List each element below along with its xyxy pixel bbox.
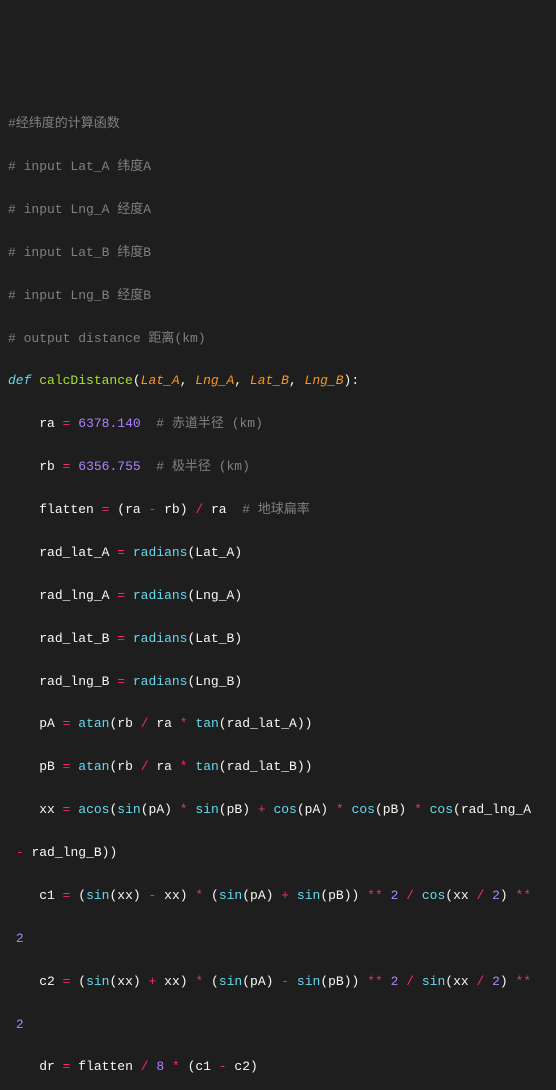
param: Lat_B <box>250 373 289 388</box>
code-line: # input Lat_B 纬度B <box>8 242 548 263</box>
code-line: #经纬度的计算函数 <box>8 113 548 134</box>
comment: # input Lng_B 经度B <box>8 288 151 303</box>
param: Lng_B <box>305 373 344 388</box>
code-line: c1 = (sin(xx) - xx) * (sin(pA) + sin(pB)… <box>8 885 548 906</box>
comment: # output distance 距离(km) <box>8 331 206 346</box>
code-line: rad_lng_A = radians(Lng_A) <box>8 585 548 606</box>
code-line: 2 <box>8 928 548 949</box>
code-line: dr = flatten / 8 * (c1 - c2) <box>8 1056 548 1077</box>
comment: # input Lat_A 纬度A <box>8 159 151 174</box>
code-line: ra = 6378.140 # 赤道半径 (km) <box>8 413 548 434</box>
keyword-def: def <box>8 373 31 388</box>
code-line: # input Lat_A 纬度A <box>8 156 548 177</box>
param: Lat_A <box>141 373 180 388</box>
comment: # input Lat_B 纬度B <box>8 245 151 260</box>
code-line: def calcDistance(Lat_A, Lng_A, Lat_B, Ln… <box>8 370 548 391</box>
comment: # input Lng_A 经度A <box>8 202 151 217</box>
code-line: rad_lat_B = radians(Lat_B) <box>8 628 548 649</box>
code-line: rad_lat_A = radians(Lat_A) <box>8 542 548 563</box>
code-line: xx = acos(sin(pA) * sin(pB) + cos(pA) * … <box>8 799 548 820</box>
code-line: # input Lng_A 经度A <box>8 199 548 220</box>
code-line: pB = atan(rb / ra * tan(rad_lat_B)) <box>8 756 548 777</box>
comment: #经纬度的计算函数 <box>8 116 120 131</box>
code-line: c2 = (sin(xx) + xx) * (sin(pA) - sin(pB)… <box>8 971 548 992</box>
code-line: flatten = (ra - rb) / ra # 地球扁率 <box>8 499 548 520</box>
code-line: pA = atan(rb / ra * tan(rad_lat_A)) <box>8 713 548 734</box>
code-line: # output distance 距离(km) <box>8 328 548 349</box>
code-line: rad_lng_B = radians(Lng_B) <box>8 671 548 692</box>
code-line: rb = 6356.755 # 极半径 (km) <box>8 456 548 477</box>
param: Lng_A <box>195 373 234 388</box>
code-line: - rad_lng_B)) <box>8 842 548 863</box>
code-editor: #经纬度的计算函数 # input Lat_A 纬度A # input Lng_… <box>8 92 548 1090</box>
code-line: # input Lng_B 经度B <box>8 285 548 306</box>
function-name: calcDistance <box>39 373 133 388</box>
code-line: 2 <box>8 1014 548 1035</box>
